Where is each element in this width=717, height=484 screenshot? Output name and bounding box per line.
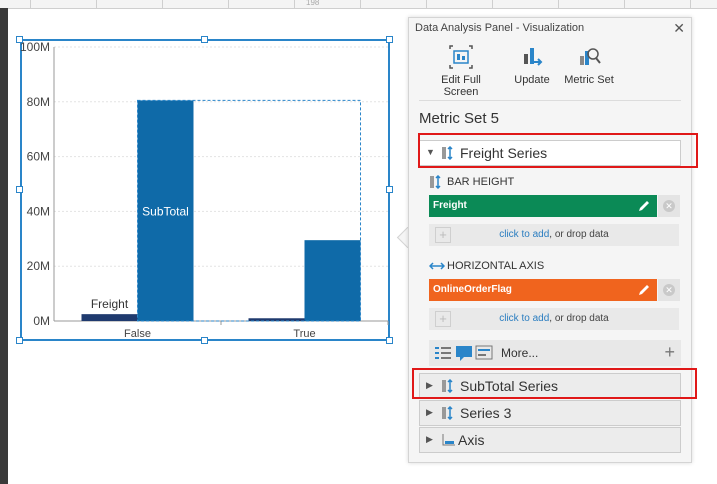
remove-icon: ✕ <box>663 200 675 212</box>
freight-series-label: Freight Series <box>460 145 548 161</box>
pencil-icon[interactable] <box>637 283 651 297</box>
drop-hint: click to add, or drop data <box>429 229 679 240</box>
more-options-row[interactable]: More... + <box>429 340 681 366</box>
bar-label-subtotal: SubTotal <box>142 204 189 218</box>
bar-height-field[interactable]: Freight ✕ <box>429 195 680 217</box>
x-tick-label: False <box>124 328 151 340</box>
close-icon[interactable]: ✕ <box>673 20 685 37</box>
horizontal-axis-field[interactable]: OnlineOrderFlag ✕ <box>429 279 680 301</box>
toolbar-divider <box>419 100 681 101</box>
collapse-arrow-icon[interactable]: ▶ <box>426 407 433 418</box>
list-icon <box>435 347 451 359</box>
click-to-add-link[interactable]: click to add <box>499 229 549 240</box>
horizontal-axis-drop-zone[interactable]: + click to add, or drop data <box>429 308 679 330</box>
more-options-icons <box>435 345 493 361</box>
panel-toolbar: Edit Full Screen Update Metric Set <box>409 44 691 98</box>
y-tick-label: 40M <box>27 204 50 218</box>
subtotal-series-label: SubTotal Series <box>460 378 559 394</box>
freight-series-header[interactable]: ▼ Freight Series <box>419 140 681 166</box>
update-label: Update <box>514 74 550 86</box>
update-button[interactable]: Update <box>509 44 555 86</box>
series-icon <box>442 379 453 393</box>
series-3-label: Series 3 <box>460 405 512 421</box>
axis-icon <box>442 434 455 446</box>
bar-subtotal-true[interactable] <box>304 240 361 321</box>
edit-full-screen-label: Edit Full Screen <box>441 74 481 98</box>
bar-label-freight: Freight <box>91 297 129 311</box>
expand-arrow-icon[interactable]: ▼ <box>426 147 435 157</box>
y-tick-label: 80M <box>27 95 50 109</box>
freight-field-chip[interactable]: Freight <box>429 195 657 217</box>
bar-height-drop-zone[interactable]: + click to add, or drop data <box>429 224 679 246</box>
y-tick-label: 20M <box>27 259 50 273</box>
horizontal-axis-icon <box>429 262 445 270</box>
axis-header[interactable]: ▶ Axis <box>419 427 681 453</box>
series-icon <box>442 146 453 160</box>
drop-hint-text: , or drop data <box>549 313 609 324</box>
remove-icon: ✕ <box>663 284 675 296</box>
metric-set-label: Metric Set <box>564 74 614 86</box>
full-screen-icon <box>449 45 473 69</box>
x-tick-label: True <box>293 328 315 340</box>
online-order-flag-chip[interactable]: OnlineOrderFlag <box>429 279 657 301</box>
y-tick-label: 60M <box>27 150 50 164</box>
remove-field-button[interactable]: ✕ <box>658 195 680 217</box>
series-3-header[interactable]: ▶ Series 3 <box>419 400 681 426</box>
subtotal-series-header[interactable]: ▶ SubTotal Series <box>419 373 681 399</box>
axis-label: Axis <box>458 432 485 448</box>
more-button[interactable]: More... <box>501 346 538 360</box>
y-tick-label: 100M <box>20 40 50 54</box>
click-to-add-link[interactable]: click to add <box>499 313 549 324</box>
edit-full-screen-button[interactable]: Edit Full Screen <box>423 44 499 98</box>
add-plus-icon[interactable]: + <box>664 342 675 363</box>
drop-hint-text: , or drop data <box>549 229 609 240</box>
collapse-arrow-icon[interactable]: ▶ <box>426 434 433 445</box>
drop-hint: click to add, or drop data <box>429 313 679 324</box>
data-analysis-panel: Data Analysis Panel - Visualization ✕ Ed… <box>408 17 692 463</box>
pencil-icon[interactable] <box>637 199 651 213</box>
bar-height-label: BAR HEIGHT <box>447 176 515 188</box>
remove-field-button[interactable]: ✕ <box>658 279 680 301</box>
bar-height-icon <box>430 175 441 189</box>
horizontal-axis-label: HORIZONTAL AXIS <box>447 260 545 272</box>
update-icon <box>524 48 543 66</box>
metric-set-icon <box>580 48 601 65</box>
collapse-arrow-icon[interactable]: ▶ <box>426 380 433 391</box>
comment-icon <box>456 346 472 361</box>
panel-title: Data Analysis Panel - Visualization <box>415 22 585 34</box>
metric-set-title: Metric Set 5 <box>419 110 500 127</box>
text-icon <box>475 345 493 360</box>
series-icon <box>442 406 453 420</box>
bar-freight-false[interactable] <box>81 314 138 321</box>
metric-set-button[interactable]: Metric Set <box>561 44 617 86</box>
y-tick-label: 0M <box>33 314 50 328</box>
